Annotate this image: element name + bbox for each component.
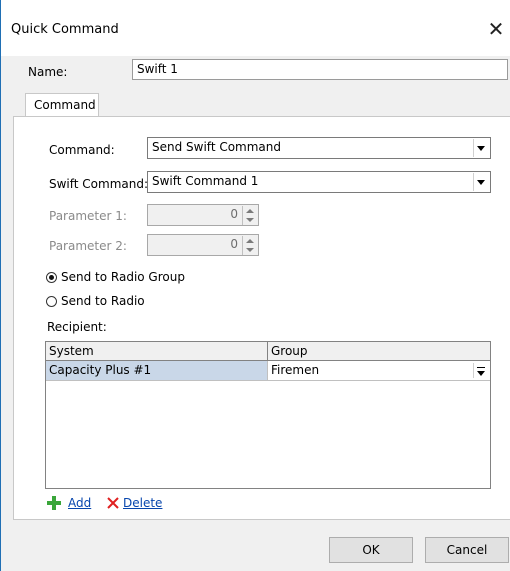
close-icon[interactable]: ✕: [481, 12, 510, 46]
chevron-down-icon[interactable]: [473, 173, 489, 191]
command-label: Command:: [49, 143, 115, 157]
group-select-value: Firemen: [271, 363, 320, 377]
swift-command-select-value: Swift Command 1: [152, 174, 259, 188]
swift-command-label: Swift Command:: [49, 177, 149, 191]
plus-icon[interactable]: [47, 496, 61, 510]
command-select-value: Send Swift Command: [152, 140, 282, 154]
radio-selected-dot: [49, 275, 54, 280]
chevron-down-icon[interactable]: [473, 139, 489, 157]
send-to-radio-radio[interactable]: [46, 296, 57, 307]
parameter1-value: 0: [230, 207, 238, 221]
send-to-radio-label[interactable]: Send to Radio: [61, 294, 145, 308]
send-to-radio-group-radio[interactable]: [46, 272, 57, 283]
parameter1-stepper[interactable]: 0: [147, 204, 259, 226]
swift-command-select[interactable]: Swift Command 1: [147, 171, 491, 193]
cancel-button[interactable]: Cancel: [425, 537, 509, 563]
parameter2-stepper[interactable]: 0: [147, 234, 259, 256]
delete-x-icon[interactable]: [107, 497, 119, 509]
column-header-group[interactable]: Group: [268, 342, 490, 361]
name-field[interactable]: Swift 1: [132, 59, 508, 80]
name-label: Name:: [28, 65, 68, 79]
tab-command[interactable]: Command: [25, 93, 99, 117]
table-cell-system[interactable]: Capacity Plus #1: [46, 361, 268, 381]
spin-down-icon[interactable]: [242, 215, 257, 225]
parameter2-value: 0: [230, 237, 238, 251]
dialog-title: Quick Command: [11, 22, 119, 37]
chevron-down-icon[interactable]: [473, 363, 489, 378]
title-bar: Quick Command ✕: [1, 0, 510, 56]
parameter2-label: Parameter 2:: [49, 239, 127, 253]
table-cell-group[interactable]: Firemen: [268, 361, 490, 381]
add-link[interactable]: Add: [68, 496, 91, 510]
recipient-label: Recipient:: [47, 320, 107, 334]
quick-command-dialog: Quick Command ✕ Name: Swift 1 Command Co…: [0, 0, 510, 571]
send-to-radio-group-label[interactable]: Send to Radio Group: [61, 270, 185, 284]
delete-link[interactable]: Delete: [123, 496, 162, 510]
ok-button[interactable]: OK: [329, 537, 413, 563]
spin-down-icon[interactable]: [242, 245, 257, 255]
parameter1-label: Parameter 1:: [49, 209, 127, 223]
recipient-table[interactable]: System Group Capacity Plus #1 Firemen: [45, 341, 491, 489]
command-select[interactable]: Send Swift Command: [147, 137, 491, 159]
column-header-system[interactable]: System: [46, 342, 268, 361]
